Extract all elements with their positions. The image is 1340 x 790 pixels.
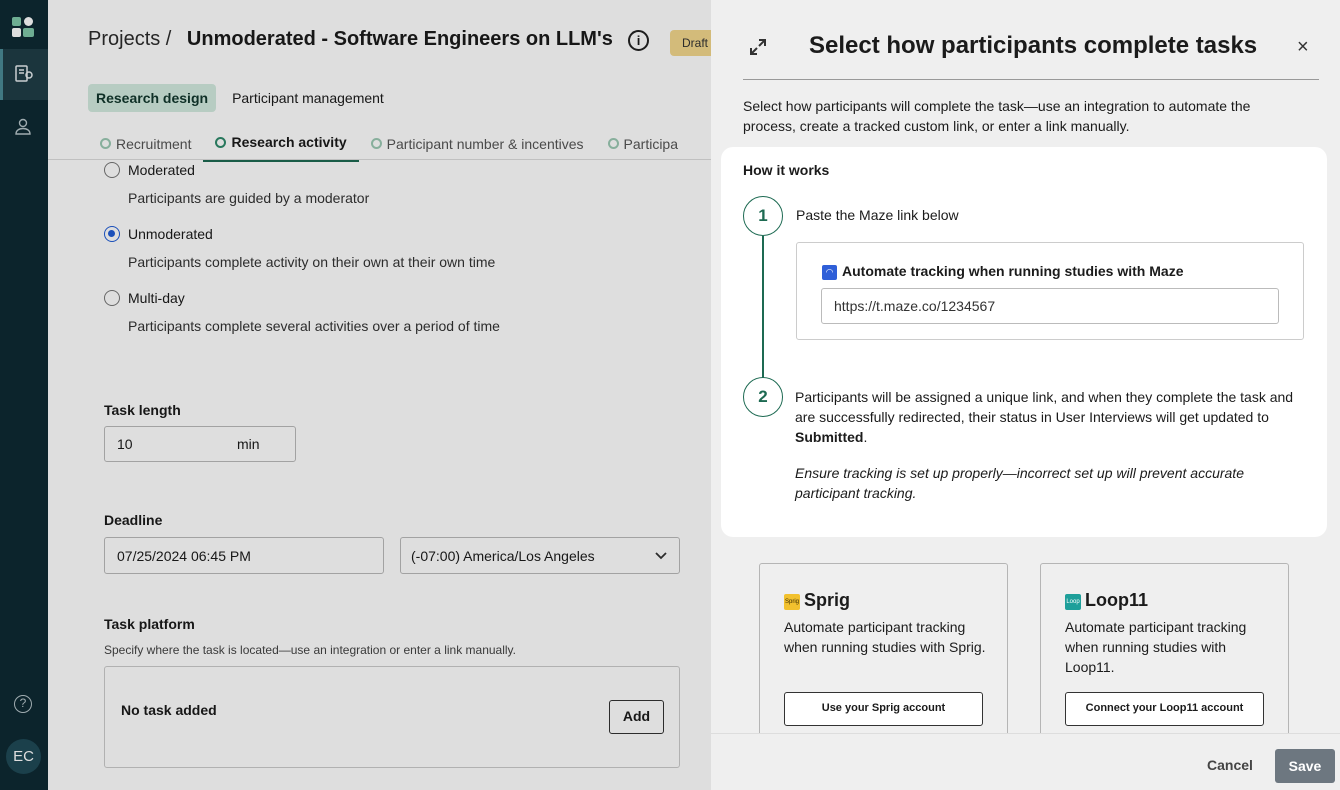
title-divider bbox=[743, 79, 1319, 80]
step-number-1: 1 bbox=[743, 196, 783, 236]
step-1-text: Paste the Maze link below bbox=[796, 207, 959, 223]
expand-icon[interactable] bbox=[748, 37, 768, 57]
provider-description: Automate participant tracking when runni… bbox=[1065, 619, 1247, 675]
maze-link-input[interactable]: https://t.maze.co/1234567 bbox=[821, 288, 1279, 324]
loop11-icon: Loop bbox=[1065, 594, 1081, 610]
provider-card-sprig: Sprig Sprig Automate participant trackin… bbox=[759, 563, 1008, 753]
how-it-works-card: How it works 1 Paste the Maze link below… bbox=[721, 147, 1327, 537]
task-completion-drawer: Select how participants complete tasks ×… bbox=[711, 0, 1340, 790]
provider-name: Sprig bbox=[804, 590, 851, 610]
sprig-icon: Sprig bbox=[784, 594, 800, 610]
provider-card-loop11: Loop Loop11 Automate participant trackin… bbox=[1040, 563, 1289, 753]
modal-overlay[interactable] bbox=[0, 0, 711, 790]
provider-name: Loop11 bbox=[1085, 590, 1149, 610]
tracking-note: Ensure tracking is set up properly—incor… bbox=[795, 465, 1244, 501]
drawer-intro: Select how participants will complete th… bbox=[743, 98, 1251, 134]
close-icon[interactable]: × bbox=[1297, 36, 1309, 59]
maze-integration-box: ◠ Automate tracking when running studies… bbox=[796, 242, 1304, 340]
cancel-button[interactable]: Cancel bbox=[1207, 757, 1253, 773]
how-it-works-heading: How it works bbox=[743, 162, 830, 178]
provider-description: Automate participant tracking when runni… bbox=[784, 619, 986, 655]
maze-title: Automate tracking when running studies w… bbox=[842, 263, 1184, 279]
submitted-status: Submitted bbox=[795, 429, 864, 445]
use-sprig-button[interactable]: Use your Sprig account bbox=[784, 692, 983, 726]
step-connector bbox=[762, 236, 764, 379]
step-2-text-main: Participants will be assigned a unique l… bbox=[795, 389, 1294, 425]
step-2-text: Participants will be assigned a unique l… bbox=[795, 387, 1307, 447]
maze-icon: ◠ bbox=[822, 265, 837, 280]
step-number-2: 2 bbox=[743, 377, 783, 417]
drawer-title: Select how participants complete tasks bbox=[809, 32, 1258, 59]
drawer-footer: Cancel Save bbox=[711, 733, 1340, 790]
save-button[interactable]: Save bbox=[1275, 749, 1335, 783]
connect-loop11-button[interactable]: Connect your Loop11 account bbox=[1065, 692, 1264, 726]
step-2-text-end: . bbox=[863, 429, 868, 445]
